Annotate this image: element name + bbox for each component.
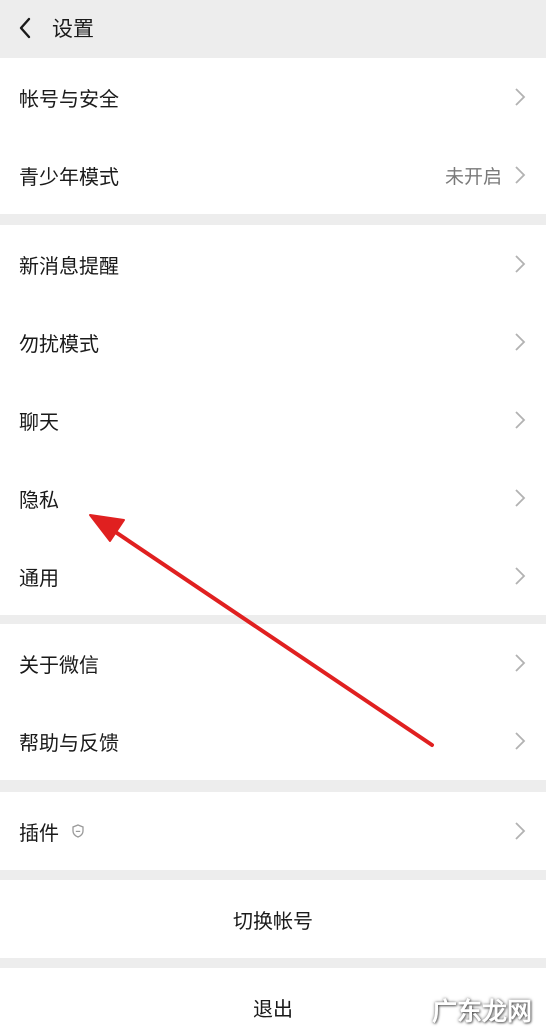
settings-item-account-security[interactable]: 帐号与安全 [0, 58, 546, 136]
settings-item-chat[interactable]: 聊天 [0, 381, 546, 459]
chevron-right-icon [515, 411, 526, 429]
chevron-right-icon [515, 567, 526, 585]
settings-item-privacy[interactable]: 隐私 [0, 459, 546, 537]
settings-group-plugins: 插件 [0, 792, 546, 870]
settings-item-label: 隐私 [19, 487, 59, 512]
switch-account-button[interactable]: 切换帐号 [0, 880, 546, 958]
settings-item-label: 通用 [19, 565, 59, 590]
chevron-left-icon [19, 17, 31, 38]
chevron-right-icon [515, 333, 526, 351]
settings-item-label: 新消息提醒 [19, 253, 119, 278]
settings-item-notifications[interactable]: 新消息提醒 [0, 225, 546, 303]
settings-item-label-wrap: 插件 [19, 817, 514, 846]
settings-item-label: 插件 [19, 820, 59, 845]
chevron-right-icon [515, 489, 526, 507]
settings-item-do-not-disturb[interactable]: 勿扰模式 [0, 303, 546, 381]
settings-item-plugins[interactable]: 插件 [0, 792, 546, 870]
settings-item-label: 聊天 [19, 409, 59, 434]
watermark-text: 广东龙网 [431, 997, 532, 1026]
settings-item-label: 帐号与安全 [19, 86, 119, 111]
settings-item-help-feedback[interactable]: 帮助与反馈 [0, 702, 546, 780]
chevron-right-icon [515, 822, 526, 840]
logout-label: 退出 [253, 996, 293, 1021]
settings-item-label: 关于微信 [19, 652, 99, 677]
back-button[interactable] [0, 0, 50, 55]
settings-group-about: 关于微信 帮助与反馈 [0, 624, 546, 780]
chevron-right-icon [515, 255, 526, 273]
settings-item-general[interactable]: 通用 [0, 537, 546, 615]
settings-item-label: 勿扰模式 [19, 331, 99, 356]
chevron-right-icon [515, 732, 526, 750]
nav-bar: 设置 [0, 0, 546, 55]
chevron-right-icon [515, 654, 526, 672]
chevron-right-icon [515, 166, 526, 184]
chevron-right-icon [515, 88, 526, 106]
switch-account-group: 切换帐号 [0, 880, 546, 958]
teen-mode-status: 未开启 [444, 165, 502, 188]
settings-group-account: 帐号与安全 青少年模式 未开启 [0, 58, 546, 214]
shield-icon [72, 824, 84, 838]
page-title: 设置 [52, 16, 94, 41]
settings-item-teen-mode[interactable]: 青少年模式 未开启 [0, 136, 546, 214]
settings-item-about-wechat[interactable]: 关于微信 [0, 624, 546, 702]
switch-account-label: 切换帐号 [233, 908, 313, 933]
settings-group-general: 新消息提醒 勿扰模式 聊天 隐私 通用 [0, 225, 546, 615]
settings-item-label: 帮助与反馈 [19, 730, 119, 755]
settings-item-label: 青少年模式 [19, 164, 119, 189]
